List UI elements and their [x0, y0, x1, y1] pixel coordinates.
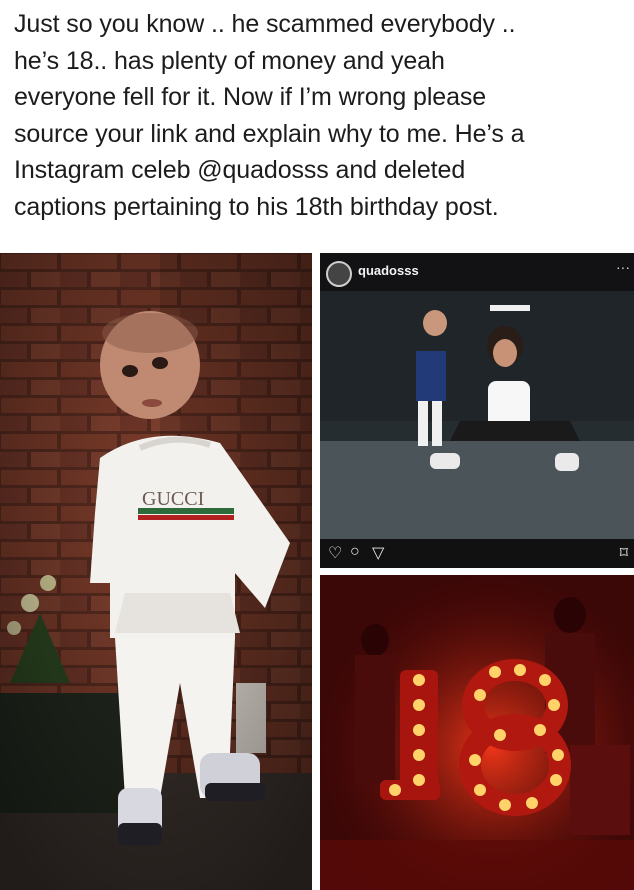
instagram-username[interactable]: quadosss: [358, 263, 419, 278]
caption-line: everyone fell for it. Now if I’m wrong p…: [14, 83, 487, 111]
photo-child-gucci[interactable]: GUCCI: [0, 253, 312, 890]
dance-studio-image: [320, 291, 634, 539]
instagram-post-photo[interactable]: [320, 291, 634, 539]
birthday-party-image: 18: [320, 575, 634, 890]
bookmark-icon[interactable]: ⌑: [620, 543, 628, 563]
ellipsis-icon[interactable]: ···: [616, 259, 630, 275]
caption-line: captions pertaining to his 18th birthday…: [14, 192, 499, 221]
child-figure: GUCCI: [90, 311, 290, 845]
photo-18th-birthday[interactable]: 18: [320, 575, 634, 890]
caption-line: source your link and explain why to me. …: [14, 119, 525, 148]
share-icon[interactable]: ▽: [372, 543, 384, 563]
caption-line: Instagram celeb @quadosss and deleted: [14, 156, 466, 184]
caption-line: he’s 18.. has plenty of money and yeah: [14, 46, 445, 75]
instagram-post[interactable]: quadosss ··· ♡ ○ ▽ ⌑: [320, 253, 634, 568]
post-caption: Just so you know .. he scammed everybody…: [14, 6, 626, 225]
hoodie-logo-text: GUCCI: [142, 488, 204, 510]
instagram-action-bar: ♡ ○ ▽ ⌑: [320, 539, 634, 568]
comment-icon[interactable]: ○: [350, 543, 360, 561]
instagram-post-header: quadosss ···: [320, 253, 634, 291]
profile-avatar[interactable]: [326, 261, 352, 287]
caption-line: Just so you know .. he scammed everybody…: [14, 10, 516, 38]
heart-icon[interactable]: ♡: [328, 543, 342, 563]
